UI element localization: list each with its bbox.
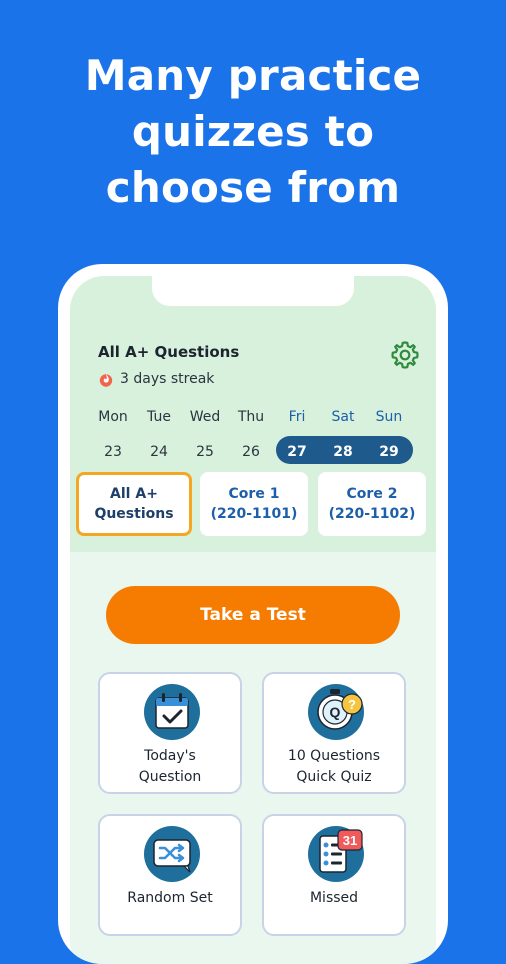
day-number: 27 bbox=[287, 444, 307, 460]
streak-label: 3 days streak bbox=[120, 371, 215, 387]
day-thu[interactable]: Thu 26 bbox=[228, 406, 274, 466]
day-name: Mon bbox=[98, 409, 128, 425]
card-label-line-2: Quick Quiz bbox=[296, 769, 372, 785]
day-mon[interactable]: Mon 23 bbox=[90, 406, 136, 466]
svg-text:?: ? bbox=[348, 697, 356, 712]
header-panel: All A+ Questions 3 days streak Mon 23 Tu… bbox=[70, 276, 436, 552]
day-name: Thu bbox=[237, 409, 265, 425]
filter-label-line-2: Questions bbox=[94, 506, 174, 522]
flame-icon bbox=[99, 374, 113, 387]
phone-frame: All A+ Questions 3 days streak Mon 23 Tu… bbox=[58, 264, 448, 964]
day-name: Fri bbox=[288, 409, 306, 425]
card-label-line-1: 10 Questions bbox=[287, 748, 381, 764]
filter-core-2[interactable]: Core 2 (220-1102) bbox=[318, 472, 426, 536]
card-random-set[interactable]: Random Set bbox=[98, 814, 242, 936]
filter-all-questions[interactable]: All A+ Questions bbox=[76, 472, 192, 536]
headline: Many practice quizzes to choose from bbox=[0, 48, 506, 216]
card-label: 10 Questions Quick Quiz bbox=[264, 746, 404, 788]
day-name: Sat bbox=[331, 409, 355, 425]
app-screen: All A+ Questions 3 days streak Mon 23 Tu… bbox=[70, 276, 436, 964]
shuffle-icon bbox=[144, 826, 200, 882]
calendar-check-icon bbox=[144, 684, 200, 740]
filter-label-line-1: All A+ bbox=[110, 486, 158, 502]
card-label-line-2: Question bbox=[138, 769, 202, 785]
day-number: 26 bbox=[242, 444, 260, 460]
filter-label-line-2: (220-1102) bbox=[328, 506, 416, 522]
page-title: All A+ Questions bbox=[98, 343, 240, 361]
card-label-line-1: Random Set bbox=[127, 890, 213, 906]
day-number: 29 bbox=[379, 444, 399, 460]
card-label: Missed bbox=[264, 888, 404, 909]
filter-core-1[interactable]: Core 1 (220-1101) bbox=[200, 472, 308, 536]
card-label-line-1: Today's bbox=[144, 748, 196, 764]
settings-gear-icon[interactable] bbox=[390, 340, 420, 370]
filter-label-line-1: Core 1 bbox=[228, 486, 280, 502]
card-label-line-1: Missed bbox=[309, 890, 359, 906]
headline-line-2: quizzes to bbox=[131, 107, 375, 156]
day-name: Sun bbox=[375, 409, 403, 425]
day-number: 24 bbox=[150, 444, 168, 460]
take-a-test-button[interactable]: Take a Test bbox=[106, 586, 400, 644]
card-quick-quiz[interactable]: Q ? 10 Questions Quick Quiz bbox=[262, 672, 406, 794]
filter-label-line-2: (220-1101) bbox=[210, 506, 298, 522]
stopwatch-quiz-icon: Q ? bbox=[308, 684, 364, 740]
card-label: Random Set bbox=[100, 888, 240, 909]
filter-label: Core 2 (220-1102) bbox=[329, 484, 416, 524]
missed-count-badge: 31 bbox=[343, 833, 357, 848]
svg-text:Q: Q bbox=[330, 704, 341, 720]
missed-list-icon: 31 bbox=[308, 826, 364, 882]
headline-line-3: choose from bbox=[105, 163, 401, 212]
filter-label: Core 1 (220-1101) bbox=[211, 484, 298, 524]
day-number: 23 bbox=[104, 444, 122, 460]
filter-label: All A+ Questions bbox=[94, 484, 173, 524]
phone-notch bbox=[152, 276, 354, 306]
headline-line-1: Many practice bbox=[84, 51, 422, 100]
card-label: Today's Question bbox=[100, 746, 240, 788]
card-todays-question[interactable]: Today's Question bbox=[98, 672, 242, 794]
filter-label-line-1: Core 2 bbox=[346, 486, 398, 502]
day-number: 25 bbox=[196, 444, 214, 460]
streak-indicator: 3 days streak bbox=[98, 369, 214, 389]
day-name: Wed bbox=[189, 409, 221, 425]
day-tue[interactable]: Tue 24 bbox=[136, 406, 182, 466]
card-missed[interactable]: 31 Missed bbox=[262, 814, 406, 936]
day-number: 28 bbox=[333, 444, 353, 460]
day-name: Tue bbox=[147, 409, 171, 425]
day-wed[interactable]: Wed 25 bbox=[182, 406, 228, 466]
